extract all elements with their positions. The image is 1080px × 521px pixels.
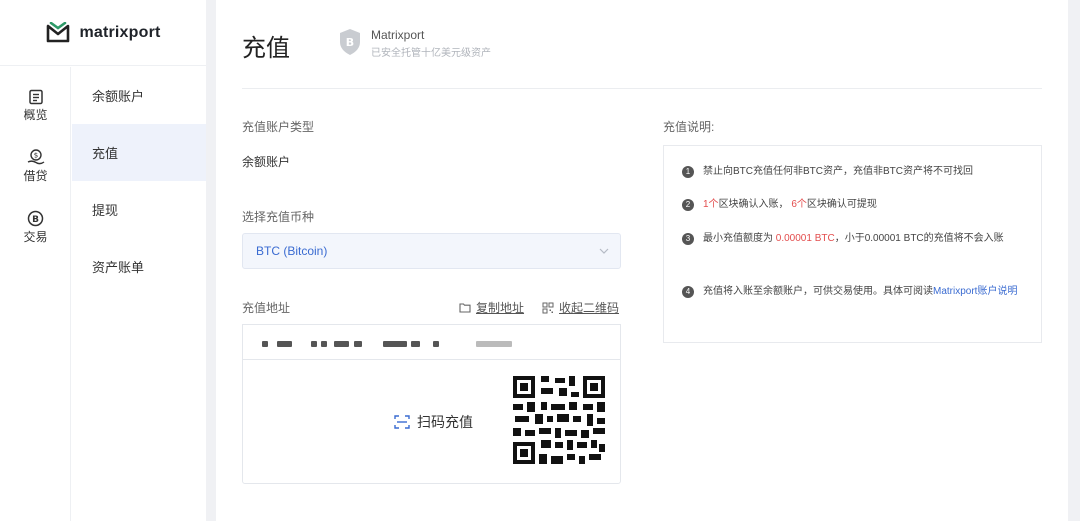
rail-item-trade[interactable]: B 交易 (0, 210, 71, 245)
instruction-text: ，小于0.00001 BTC的充值将不会入账 (834, 233, 1004, 244)
matrixport-logo-icon (47, 21, 70, 42)
collapse-qr-label: 收起二维码 (559, 301, 620, 315)
instruction-text: 充值将入账至余额账户，可供交易使用。具体可阅读 (703, 286, 933, 297)
submenu-item-balance-account[interactable]: 余额账户 (72, 67, 206, 124)
qr-code-icon (542, 302, 554, 313)
loan-icon: $ (27, 149, 44, 165)
currency-select-value: BTC (Bitcoin) (256, 244, 328, 258)
instruction-text: 禁止向BTC充值任何非BTC资产，充值非BTC资产将不可找回 (703, 166, 973, 177)
submenu: 余额账户 充值 提现 资产账单 (72, 67, 206, 295)
instruction-item: 1 禁止向BTC充值任何非BTC资产，充值非BTC资产将不可找回 (682, 163, 1027, 180)
account-type-label: 充值账户类型 (242, 120, 315, 134)
brand-logo[interactable]: matrixport (0, 0, 206, 66)
sidebar: matrixport 概览 $ 借贷 B 交易 余额账户 充值 提现 资产账单 (0, 0, 206, 521)
submenu-item-withdraw[interactable]: 提现 (72, 181, 206, 238)
currency-label: 选择充值币种 (242, 210, 315, 224)
account-guide-link[interactable]: Matrixport账户说明 (933, 286, 1017, 297)
copy-address-label: 复制地址 (476, 301, 525, 315)
overview-icon (28, 89, 43, 105)
svg-text:B: B (32, 215, 39, 225)
deposit-address-field[interactable] (242, 324, 621, 360)
scan-icon (394, 415, 410, 429)
instruction-item: 3 最小充值额度为 0.00001 BTC，小于0.00001 BTC的充值将不… (682, 230, 1027, 247)
instruction-number: 1 (682, 166, 694, 178)
instruction-highlight: 6个 (791, 199, 807, 210)
icon-rail: 概览 $ 借贷 B 交易 (0, 67, 71, 521)
instruction-highlight: 1个 (703, 199, 719, 210)
scan-to-deposit[interactable]: 扫码充值 (394, 412, 473, 432)
rail-label-loan: 借贷 (23, 169, 48, 183)
trade-icon: B (27, 210, 44, 227)
deposit-qr-code (511, 374, 607, 466)
folder-icon (459, 303, 471, 313)
collapse-qr-button[interactable]: 收起二维码 (542, 299, 619, 316)
rail-label-trade: 交易 (23, 230, 48, 244)
custody-badge-subtitle: 已安全托管十亿美元级资产 (371, 48, 491, 59)
rail-item-loan[interactable]: $ 借贷 (0, 149, 71, 184)
rail-label-overview: 概览 (23, 108, 48, 122)
instruction-number: 3 (682, 233, 694, 245)
currency-select[interactable]: BTC (Bitcoin) (242, 233, 621, 269)
instruction-number: 4 (682, 286, 694, 298)
submenu-item-asset-statement[interactable]: 资产账单 (72, 238, 206, 295)
instruction-text: 区块确认入账， (718, 199, 792, 210)
qr-panel: 扫码充值 (242, 359, 621, 484)
svg-text:$: $ (33, 152, 37, 160)
address-label: 充值地址 (242, 301, 291, 315)
instruction-text: 最小充值额度为 (703, 233, 776, 244)
header-divider (242, 88, 1042, 89)
scan-label: 扫码充值 (417, 414, 473, 430)
bitcoin-shield-icon: B (340, 29, 360, 55)
rail-item-overview[interactable]: 概览 (0, 89, 71, 123)
instruction-item: 2 1个区块确认入账， 6个区块确认可提现 (682, 196, 1027, 213)
instruction-number: 2 (682, 199, 694, 211)
instruction-text: 区块确认可提现 (806, 199, 877, 210)
copy-address-button[interactable]: 复制地址 (459, 299, 524, 316)
instructions-panel: 1 禁止向BTC充值任何非BTC资产，充值非BTC资产将不可找回 2 1个区块确… (663, 145, 1042, 343)
chevron-down-icon (599, 248, 609, 254)
custody-badge-name: Matrixport (371, 28, 425, 42)
brand-name: matrixport (79, 23, 161, 41)
svg-text:B: B (346, 36, 354, 49)
instruction-item: 4 充值将入账至余额账户，可供交易使用。具体可阅读Matrixport账户说明 (682, 283, 1027, 300)
submenu-item-deposit[interactable]: 充值 (72, 124, 206, 181)
page-title: 充值 (242, 35, 290, 62)
instruction-highlight: 0.00001 BTC (775, 233, 835, 244)
account-type-value: 余额账户 (242, 155, 291, 169)
instructions-title: 充值说明: (663, 120, 715, 134)
main-panel: 充值 B Matrixport 已安全托管十亿美元级资产 充值账户类型 余额账户… (216, 0, 1068, 521)
